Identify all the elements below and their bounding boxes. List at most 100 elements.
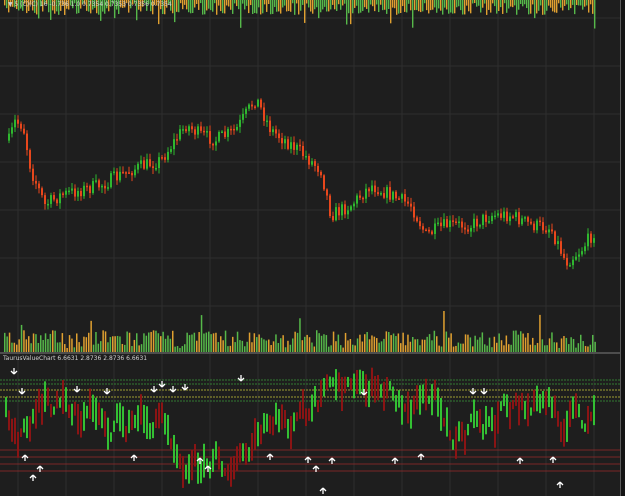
top-histogram-bar bbox=[454, 0, 456, 14]
candle-bear bbox=[377, 192, 379, 195]
top-histogram-bar bbox=[520, 0, 522, 4]
candle-bear bbox=[398, 198, 400, 200]
top-histogram-bar bbox=[486, 0, 488, 15]
candle-bull bbox=[101, 185, 103, 188]
value-bar-up bbox=[26, 416, 28, 439]
top-histogram-bar bbox=[538, 0, 540, 11]
volume-bar bbox=[217, 342, 220, 352]
volume-bar bbox=[140, 344, 143, 352]
candle-bull bbox=[14, 119, 16, 128]
volume-bar bbox=[534, 345, 536, 352]
volume-bar bbox=[371, 335, 373, 352]
volume-bar bbox=[253, 333, 256, 352]
candle-bear bbox=[29, 150, 31, 169]
volume-bar bbox=[90, 320, 92, 352]
candle-bull bbox=[479, 225, 481, 227]
value-bar-down bbox=[545, 391, 547, 416]
value-bar-up bbox=[368, 380, 370, 408]
value-bar-up bbox=[503, 393, 505, 407]
top-histogram-bar bbox=[172, 0, 174, 14]
candle-bear bbox=[17, 119, 19, 124]
top-histogram-bar bbox=[178, 0, 180, 13]
volume-bar bbox=[450, 333, 452, 352]
top-histogram-bar bbox=[220, 0, 222, 12]
top-histogram-bar bbox=[524, 0, 526, 5]
candle-bull bbox=[449, 220, 451, 227]
top-histogram-bar bbox=[286, 0, 288, 12]
top-histogram-bar bbox=[364, 0, 366, 8]
value-bar-up bbox=[92, 394, 94, 422]
volume-bar bbox=[352, 344, 354, 352]
value-bar-down bbox=[563, 418, 565, 447]
candle-bear bbox=[131, 172, 133, 176]
value-bar-up bbox=[71, 403, 73, 426]
volume-bar bbox=[145, 335, 148, 352]
volume-bar bbox=[368, 339, 371, 352]
candle-bear bbox=[149, 159, 151, 167]
value-bar-down bbox=[434, 379, 436, 401]
candle-bear bbox=[191, 126, 193, 130]
value-bar-up bbox=[53, 406, 55, 415]
price-scale[interactable] bbox=[620, 0, 625, 496]
candle-bull bbox=[335, 207, 337, 221]
volume-bar bbox=[565, 337, 568, 352]
volume-bar bbox=[88, 332, 90, 352]
candle-bull bbox=[386, 187, 388, 198]
value-bar-up bbox=[149, 423, 151, 440]
value-bar-up bbox=[197, 452, 199, 484]
volume-bar bbox=[35, 334, 37, 352]
candle-bull bbox=[380, 193, 382, 195]
price-pane[interactable] bbox=[0, 0, 620, 352]
top-histogram-bar bbox=[216, 0, 218, 15]
volume-bar bbox=[13, 342, 16, 352]
top-histogram-bar bbox=[284, 0, 286, 6]
value-bar-down bbox=[260, 424, 262, 445]
value-bar-down bbox=[179, 453, 181, 470]
value-bar-down bbox=[413, 395, 415, 415]
volume-bar bbox=[16, 344, 18, 352]
volume-bar bbox=[232, 336, 234, 352]
value-bar-up bbox=[185, 464, 187, 480]
volume-bar bbox=[196, 340, 198, 352]
value-bar-down bbox=[140, 394, 142, 425]
value-bar-down bbox=[407, 391, 409, 424]
value-bar-up bbox=[86, 405, 88, 419]
candle-bear bbox=[428, 229, 430, 232]
top-histogram-bar bbox=[418, 0, 420, 12]
top-histogram-bar bbox=[192, 0, 194, 14]
top-histogram-bar bbox=[446, 0, 448, 10]
top-histogram-bar bbox=[402, 0, 404, 7]
volume-bar bbox=[8, 332, 11, 352]
top-histogram-bar bbox=[228, 0, 230, 7]
volume-bar bbox=[236, 331, 239, 352]
volume-bar bbox=[462, 343, 464, 352]
value-bar-up bbox=[143, 404, 145, 434]
volume-bar bbox=[186, 332, 188, 352]
candle-bull bbox=[353, 203, 355, 207]
volume-bar bbox=[95, 331, 97, 352]
top-histogram-bar bbox=[374, 0, 376, 12]
candle-bull bbox=[524, 217, 526, 219]
value-bar-down bbox=[461, 421, 463, 442]
top-histogram-bar bbox=[234, 0, 236, 4]
volume-bar bbox=[301, 340, 304, 352]
value-bar-down bbox=[158, 402, 160, 429]
top-histogram-bar bbox=[376, 0, 378, 5]
value-bar-up bbox=[473, 399, 475, 429]
top-histogram-bar bbox=[504, 0, 506, 4]
value-bar-up bbox=[410, 399, 412, 429]
value-bar-up bbox=[437, 387, 439, 417]
top-histogram-bar bbox=[472, 0, 474, 4]
volume-bar bbox=[551, 332, 553, 352]
top-histogram-bar bbox=[570, 0, 572, 9]
top-histogram-bar bbox=[534, 0, 536, 19]
candle-bull bbox=[470, 227, 472, 232]
candle-bear bbox=[194, 129, 196, 135]
candle-bear bbox=[362, 197, 364, 200]
candle-bear bbox=[407, 201, 409, 204]
volume-bar bbox=[556, 342, 558, 352]
top-histogram-bar bbox=[396, 0, 398, 15]
top-histogram-bar bbox=[518, 0, 520, 10]
volume-bar bbox=[270, 344, 272, 352]
indicator-pane[interactable] bbox=[0, 354, 620, 496]
